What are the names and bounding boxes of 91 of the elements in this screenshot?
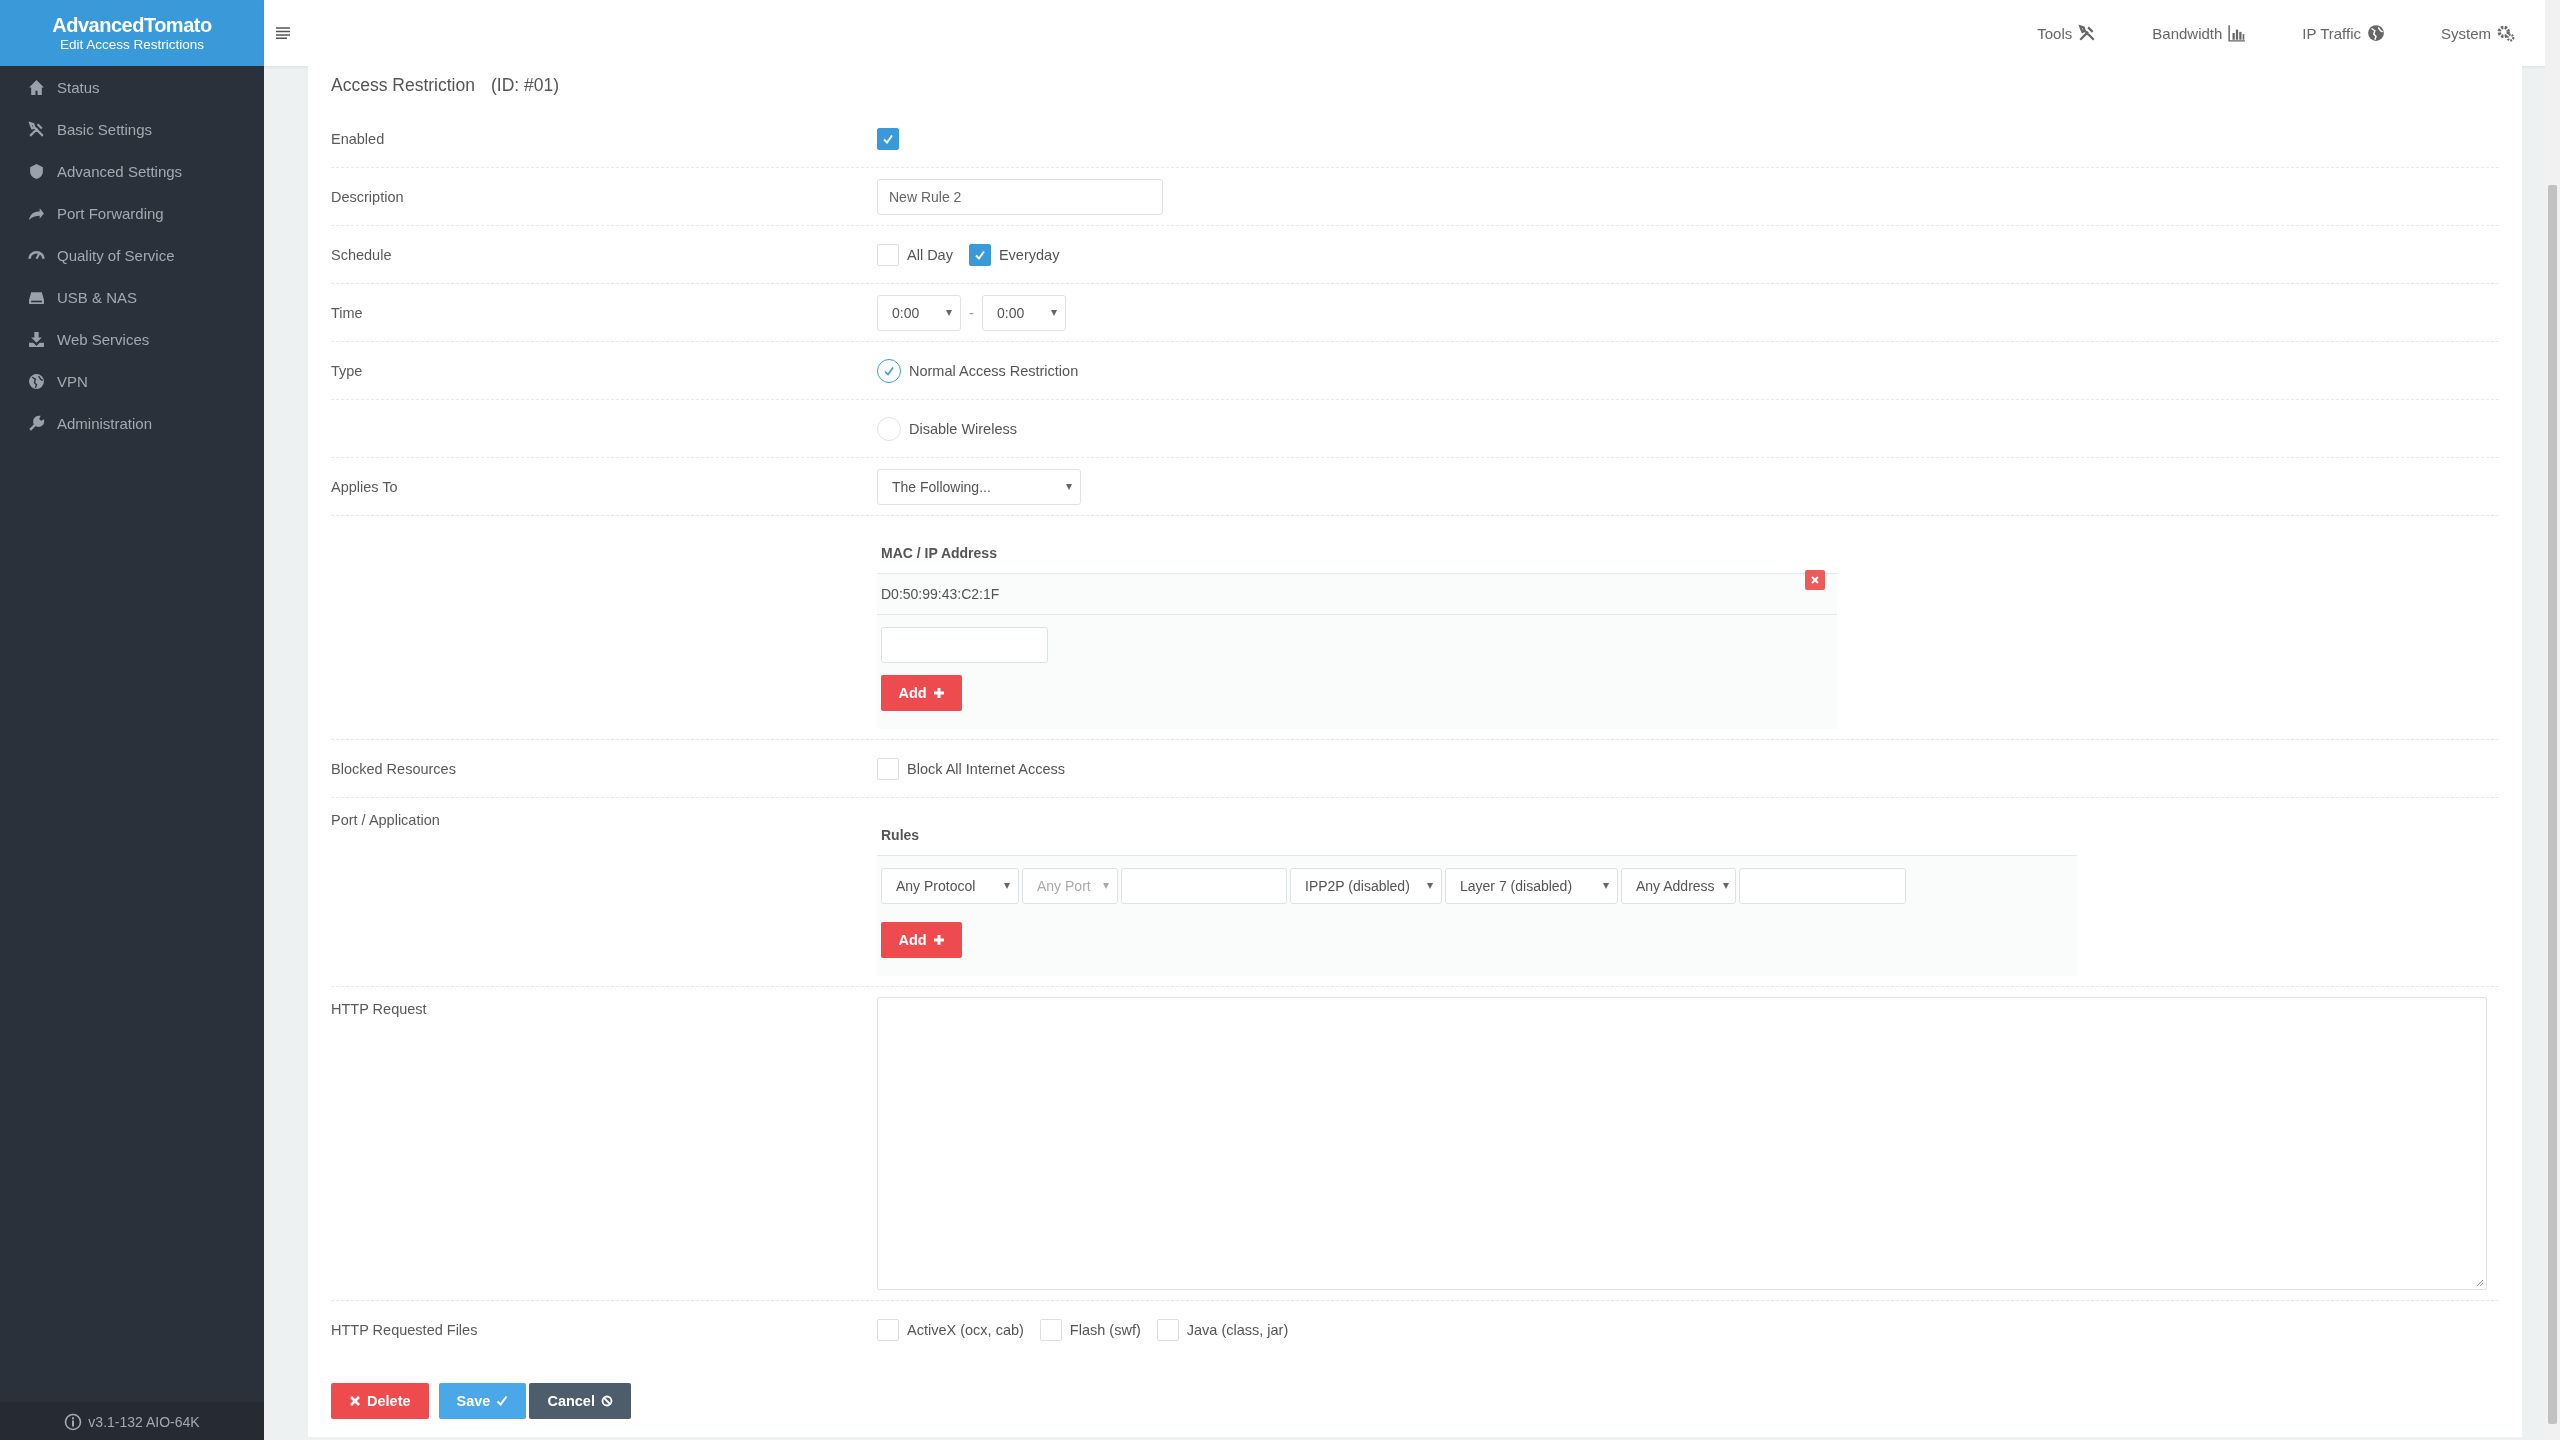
checkmark-icon bbox=[496, 1395, 509, 1407]
delete-button[interactable]: Delete bbox=[331, 1383, 429, 1419]
download-icon bbox=[28, 330, 45, 348]
home-icon bbox=[28, 78, 45, 96]
scrollbar[interactable] bbox=[2545, 0, 2560, 1440]
gears-icon bbox=[2497, 24, 2515, 42]
list-entry[interactable]: D0:50:99:43:C2:1F bbox=[877, 574, 1837, 615]
nav-link[interactable]: IP Traffic bbox=[2268, 24, 2407, 42]
option-label: ActiveX (ocx, cab) bbox=[907, 1321, 1024, 1338]
option-label: Flash (swf) bbox=[1069, 1321, 1141, 1338]
address-field[interactable] bbox=[1739, 868, 1906, 904]
description-field[interactable]: New Rule 2 bbox=[877, 178, 1163, 215]
option-label: Normal Access Restriction bbox=[909, 362, 1079, 379]
globe-icon bbox=[28, 372, 45, 390]
globe-icon bbox=[2367, 24, 2385, 42]
option-label: Everyday bbox=[998, 246, 1060, 263]
http-request-field[interactable] bbox=[877, 997, 2487, 1290]
dropdown[interactable]: Any Address bbox=[1621, 868, 1736, 904]
field-label: Time bbox=[331, 304, 364, 321]
close-icon bbox=[349, 1395, 361, 1407]
caret-icon bbox=[1004, 883, 1010, 889]
sidebar-item[interactable]: Advanced Settings bbox=[0, 150, 264, 192]
checkmark-icon bbox=[883, 364, 895, 377]
cancel-button[interactable]: Cancel bbox=[529, 1383, 631, 1419]
field-label: Schedule bbox=[331, 246, 393, 263]
checkbox[interactable] bbox=[877, 127, 899, 150]
sidebar-item[interactable]: Status bbox=[0, 66, 264, 108]
caret-icon bbox=[1066, 483, 1072, 490]
dropdown[interactable]: IPP2P (disabled) bbox=[1290, 868, 1442, 904]
range-separator: - bbox=[969, 304, 974, 321]
checkmark-icon bbox=[882, 132, 894, 145]
delete-button[interactable] bbox=[1805, 570, 1825, 590]
dropdown[interactable]: 0:00 bbox=[982, 294, 1066, 331]
option-label: Java (class, jar) bbox=[1186, 1321, 1289, 1338]
gauge-icon bbox=[28, 250, 45, 260]
column-header: MAC / IP Address bbox=[877, 532, 1837, 574]
dropdown[interactable]: The Following... bbox=[877, 468, 1081, 505]
option-label: All Day bbox=[907, 246, 953, 263]
field-label: Enabled bbox=[331, 130, 386, 147]
sidebar-item[interactable]: Port Forwarding bbox=[0, 192, 264, 234]
tools-icon bbox=[28, 120, 45, 138]
field-label: Port / Application bbox=[331, 811, 441, 828]
rule-id: (ID: #01) bbox=[490, 75, 559, 96]
app-title: AdvancedTomato bbox=[52, 14, 212, 37]
caret-icon bbox=[1103, 883, 1109, 889]
caret-icon bbox=[946, 309, 952, 316]
resize-grip-icon[interactable] bbox=[2476, 1279, 2484, 1287]
nav-link[interactable]: Bandwidth bbox=[2118, 24, 2269, 42]
bar-chart-icon bbox=[2228, 24, 2247, 42]
caret-icon bbox=[1051, 309, 1057, 316]
dropdown[interactable]: Any Protocol bbox=[881, 868, 1019, 904]
sidebar-item[interactable]: Quality of Service bbox=[0, 234, 264, 276]
checkmark-icon bbox=[973, 248, 986, 261]
caret-icon bbox=[1427, 883, 1433, 889]
section-title: Access Restriction bbox=[331, 75, 475, 96]
field-label: Description bbox=[331, 188, 405, 205]
checkbox[interactable] bbox=[968, 243, 991, 266]
nav-link[interactable]: Tools bbox=[2003, 24, 2119, 42]
caret-icon bbox=[1603, 883, 1609, 889]
column-header: Rules bbox=[877, 814, 2077, 856]
add-button[interactable]: Add bbox=[881, 675, 962, 711]
option-label: Disable Wireless bbox=[909, 420, 1017, 437]
tools-icon bbox=[2078, 24, 2097, 42]
field-label: HTTP Requested Files bbox=[331, 1321, 479, 1338]
port-field[interactable] bbox=[1121, 868, 1287, 904]
ban-icon bbox=[600, 1395, 613, 1407]
info-icon bbox=[64, 1413, 83, 1431]
plus-icon bbox=[932, 934, 945, 946]
add-button[interactable]: Add bbox=[881, 922, 962, 958]
sidebar-item[interactable]: VPN bbox=[0, 360, 264, 402]
dropdown[interactable]: Layer 7 (disabled) bbox=[1445, 868, 1618, 904]
field-label: Type bbox=[331, 362, 364, 379]
option-label: Block All Internet Access bbox=[907, 760, 1065, 777]
menu-icon[interactable] bbox=[276, 27, 291, 39]
field-label: Blocked Resources bbox=[331, 760, 457, 777]
sidebar-item[interactable]: Web Services bbox=[0, 318, 264, 360]
sidebar-item[interactable]: USB & NAS bbox=[0, 276, 264, 318]
caret-icon bbox=[1722, 883, 1729, 889]
sidebar-item[interactable]: Basic Settings bbox=[0, 108, 264, 150]
field-label: HTTP Request bbox=[331, 1000, 428, 1017]
address-field[interactable] bbox=[881, 627, 1048, 663]
sidebar-item[interactable]: Administration bbox=[0, 402, 264, 444]
close-icon bbox=[1810, 575, 1820, 585]
page-subtitle: Edit Access Restrictions bbox=[59, 37, 205, 52]
wrench-icon bbox=[28, 414, 45, 432]
dropdown[interactable]: 0:00 bbox=[877, 294, 961, 331]
nav-link[interactable]: System bbox=[2407, 24, 2537, 42]
field-label: Applies To bbox=[331, 478, 399, 495]
plus-icon bbox=[932, 687, 945, 699]
version-text: v3.1-132 AIO-64K bbox=[88, 1414, 200, 1430]
shield-icon bbox=[28, 162, 45, 180]
